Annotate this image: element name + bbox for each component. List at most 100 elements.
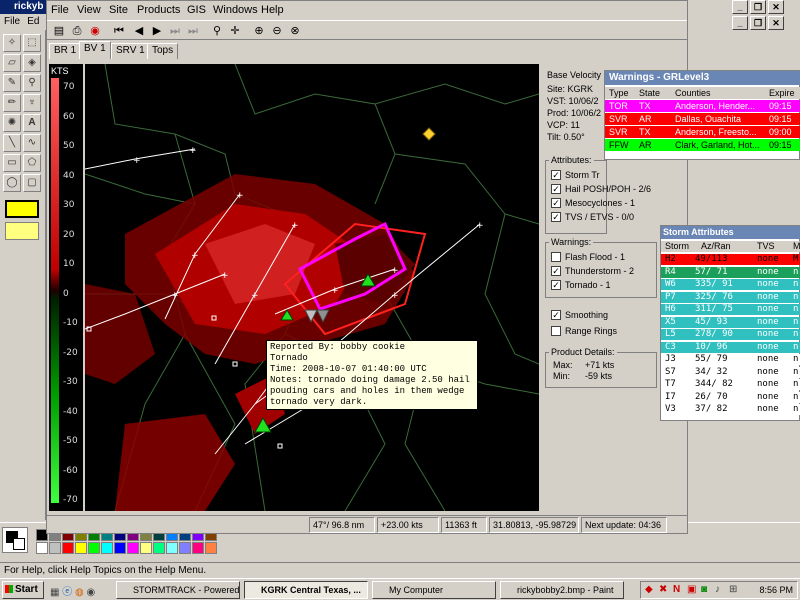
paint-menu-file[interactable]: File bbox=[4, 16, 20, 27]
media-icon[interactable]: ◉ bbox=[87, 587, 96, 598]
storm-row[interactable]: W6 335/ 91 none n bbox=[661, 279, 800, 290]
warnings-col-type[interactable]: Type bbox=[609, 87, 629, 99]
radar-map[interactable]: ++ ++ ++ ++ +++ ++ bbox=[85, 64, 539, 511]
storm-row[interactable]: J3 55/ 79 none n bbox=[661, 354, 800, 365]
palette-swatch[interactable] bbox=[49, 542, 61, 554]
gr-menu-file[interactable]: File bbox=[51, 4, 69, 16]
ie-icon[interactable]: ⓔ bbox=[62, 587, 72, 598]
firefox-icon[interactable]: ◍ bbox=[75, 587, 84, 598]
thunderstorm-checkbox[interactable]: ✓ bbox=[551, 266, 561, 276]
network-icon[interactable]: ⊞ bbox=[729, 584, 737, 595]
storm-row[interactable]: I7 26/ 70 none n bbox=[661, 391, 800, 403]
curve-icon[interactable]: ∿ bbox=[23, 134, 41, 152]
record-icon[interactable]: ◉ bbox=[87, 23, 103, 39]
storm-row[interactable]: H2 49/113 none M bbox=[661, 254, 800, 265]
polygon-icon[interactable]: ⬠ bbox=[23, 154, 41, 172]
eraser-icon[interactable]: ▱ bbox=[3, 54, 21, 72]
storm-row[interactable]: H6 311/ 75 none n bbox=[661, 304, 800, 315]
palette-swatch[interactable] bbox=[75, 542, 87, 554]
storm-row[interactable]: C3 10/ 96 none n bbox=[661, 341, 800, 353]
pan-icon[interactable]: ✛ bbox=[227, 23, 243, 39]
warnings-col-expire[interactable]: Expire bbox=[769, 87, 795, 99]
rounded-rect-icon[interactable]: ▢ bbox=[23, 174, 41, 192]
palette-swatch[interactable] bbox=[205, 542, 217, 554]
airbrush-icon[interactable]: ✺ bbox=[3, 114, 21, 132]
paint-restore-icon[interactable]: ❐ bbox=[750, 0, 766, 14]
palette-swatch[interactable] bbox=[192, 542, 204, 554]
tray-icon-1[interactable]: ◆ bbox=[645, 584, 653, 595]
opaque-mode-icon[interactable] bbox=[5, 222, 39, 240]
warning-row[interactable]: SVR TX Anderson, Freesto... 09:00 bbox=[605, 126, 800, 138]
range-rings-checkbox[interactable] bbox=[551, 326, 561, 336]
rect-select-icon[interactable]: ⬚ bbox=[23, 34, 41, 52]
first-frame-icon[interactable]: ⏮ bbox=[111, 23, 127, 39]
desktop-icon[interactable]: ▦ bbox=[50, 587, 59, 598]
warnings-col-counties[interactable]: Counties bbox=[675, 87, 711, 99]
palette-swatch[interactable] bbox=[179, 542, 191, 554]
tray-icon-2[interactable]: ✖ bbox=[659, 584, 667, 595]
free-select-icon[interactable]: ✧ bbox=[3, 34, 21, 52]
tvs-checkbox[interactable]: ✓ bbox=[551, 212, 561, 222]
warning-row[interactable]: FFW AR Clark, Garland, Hot... 09:15 bbox=[605, 139, 800, 151]
palette-swatch[interactable] bbox=[101, 542, 113, 554]
ellipse-icon[interactable]: ◯ bbox=[3, 174, 21, 192]
task-button[interactable]: KGRK Central Texas, ... bbox=[244, 581, 368, 599]
storm-row[interactable]: S7 34/ 32 none n bbox=[661, 366, 800, 378]
fill-icon[interactable]: ◈ bbox=[23, 54, 41, 72]
next-frame-icon[interactable]: ⏭ bbox=[167, 23, 183, 39]
storm-row[interactable]: P7 325/ 76 none n bbox=[661, 291, 800, 303]
palette-swatch[interactable] bbox=[36, 542, 48, 554]
pencil-icon[interactable]: ✏ bbox=[3, 94, 21, 112]
tray-icon-5[interactable]: ◙ bbox=[701, 584, 707, 595]
transparent-mode-icon[interactable] bbox=[5, 200, 39, 218]
tornado-checkbox[interactable]: ✓ bbox=[551, 280, 561, 290]
brush-icon[interactable]: ♆ bbox=[23, 94, 41, 112]
palette-swatch[interactable] bbox=[127, 542, 139, 554]
gr-menu-site[interactable]: Site bbox=[109, 4, 128, 16]
warning-row[interactable]: TOR TX Anderson, Hender... 09:15 bbox=[605, 100, 800, 112]
smoothing-checkbox[interactable]: ✓ bbox=[551, 310, 561, 320]
start-button[interactable]: Start bbox=[2, 581, 44, 599]
palette-swatch[interactable] bbox=[140, 542, 152, 554]
tab-srv1[interactable]: SRV 1 bbox=[111, 43, 150, 59]
zoom-in-icon[interactable]: ⊕ bbox=[251, 23, 267, 39]
paint-minimize-icon[interactable]: _ bbox=[732, 0, 748, 14]
play-icon[interactable]: ▶ bbox=[149, 23, 165, 39]
tray-icon-4[interactable]: ▣ bbox=[687, 584, 696, 595]
magnifier-icon[interactable]: ⚲ bbox=[23, 74, 41, 92]
gr-menu-gis[interactable]: GIS bbox=[187, 4, 206, 16]
volume-icon[interactable]: ♪ bbox=[715, 584, 720, 595]
text-icon[interactable]: A bbox=[23, 114, 41, 132]
palette-swatch[interactable] bbox=[153, 542, 165, 554]
task-button[interactable]: rickybobby2.bmp - Paint bbox=[500, 581, 624, 599]
print-icon[interactable]: ⎙ bbox=[69, 23, 85, 39]
open-icon[interactable]: ▤ bbox=[51, 23, 67, 39]
line-icon[interactable]: ╲ bbox=[3, 134, 21, 152]
storm-col-id[interactable]: Storm bbox=[665, 241, 689, 252]
last-frame-icon[interactable]: ⏭ bbox=[185, 23, 201, 39]
paint-close-icon[interactable]: ✕ bbox=[768, 0, 784, 14]
warning-row[interactable]: SVR AR Dallas, Ouachita 09:15 bbox=[605, 113, 800, 125]
storm-tracks-checkbox[interactable]: ✓ bbox=[551, 170, 561, 180]
previous-frame-icon[interactable]: ◀ bbox=[131, 23, 147, 39]
meso-checkbox[interactable]: ✓ bbox=[551, 198, 561, 208]
paint-inner-restore-icon[interactable]: ❐ bbox=[750, 16, 766, 30]
hail-marker-icon[interactable] bbox=[422, 127, 436, 141]
palette-swatch[interactable] bbox=[166, 542, 178, 554]
gr-menu-view[interactable]: View bbox=[77, 4, 101, 16]
tab-br1[interactable]: BR 1 bbox=[49, 43, 82, 59]
hail-checkbox[interactable]: ✓ bbox=[551, 184, 561, 194]
storm-col-azran[interactable]: Az/Ran bbox=[701, 241, 731, 252]
flash-flood-checkbox[interactable] bbox=[551, 252, 561, 262]
storm-col-tvs[interactable]: TVS bbox=[757, 241, 775, 252]
warnings-col-state[interactable]: State bbox=[639, 87, 660, 99]
storm-row[interactable]: T7 344/ 82 none n bbox=[661, 379, 800, 390]
zoom-out-icon[interactable]: ⊖ bbox=[269, 23, 285, 39]
zoom-reset-icon[interactable]: ⊗ bbox=[287, 23, 303, 39]
paint-menu-edit[interactable]: Ed bbox=[27, 16, 39, 27]
palette-swatch[interactable] bbox=[88, 542, 100, 554]
paint-inner-close-icon[interactable]: ✕ bbox=[768, 16, 784, 30]
rectangle-icon[interactable]: ▭ bbox=[3, 154, 21, 172]
task-button[interactable]: STORMTRACK - Powered... bbox=[116, 581, 240, 599]
storm-row[interactable]: X5 45/ 93 none n bbox=[661, 316, 800, 328]
